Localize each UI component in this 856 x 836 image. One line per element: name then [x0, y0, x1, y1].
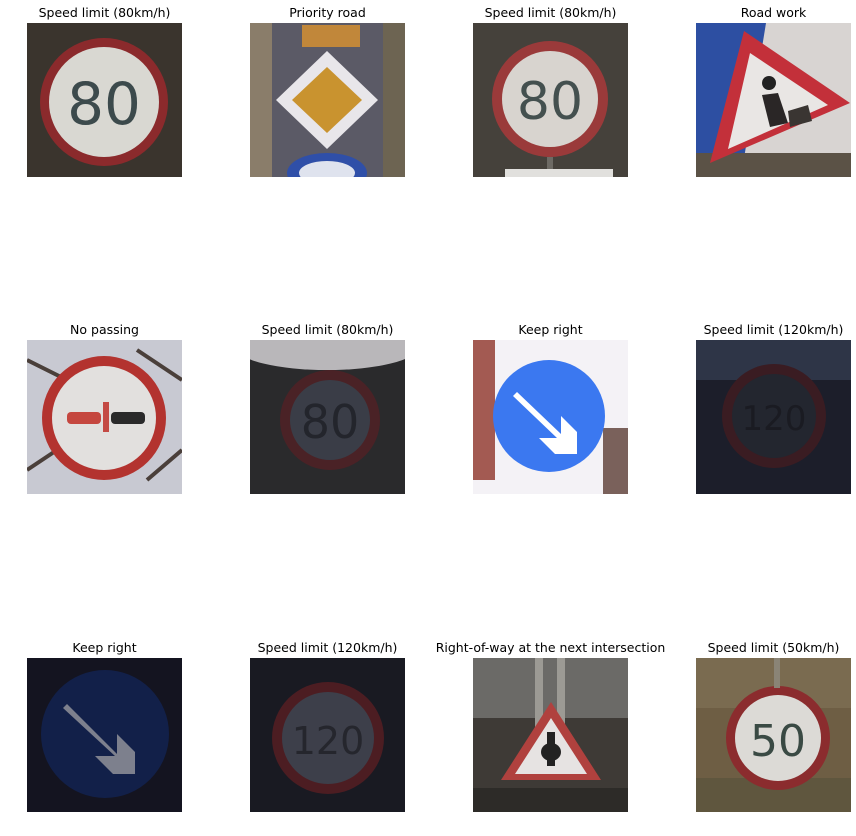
- right-of-way-sign-image: [473, 658, 628, 812]
- right-of-way-sign-icon: [473, 658, 628, 812]
- speed-limit-120-sign-image: 120: [250, 658, 405, 812]
- speed-limit-80-sign-icon: 80: [27, 23, 182, 177]
- priority-road-sign-icon: [250, 23, 405, 177]
- panel-title: Speed limit (50km/h): [707, 640, 840, 655]
- speed-limit-80-sign-image: 80: [27, 23, 182, 177]
- speed-limit-80-sign-icon: 80: [250, 340, 405, 494]
- panel-title: Road work: [740, 5, 807, 20]
- svg-text:120: 120: [292, 719, 365, 763]
- keep-right-sign-image: [27, 658, 182, 812]
- road-work-sign-image: [696, 23, 851, 177]
- road-work-sign-icon: [696, 23, 851, 177]
- speed-limit-120-sign-image: 120: [696, 340, 851, 494]
- svg-text:80: 80: [301, 395, 360, 449]
- panel-title: Speed limit (120km/h): [703, 322, 844, 337]
- svg-text:120: 120: [742, 399, 807, 439]
- keep-right-sign-icon: [473, 340, 628, 494]
- priority-road-sign-image: [250, 23, 405, 177]
- speed-limit-50-sign-icon: 50: [696, 658, 851, 812]
- speed-limit-80-sign-icon: 80: [473, 23, 628, 177]
- speed-limit-50-sign-image: 50: [696, 658, 851, 812]
- speed-limit-120-sign-icon: 120: [250, 658, 405, 812]
- keep-right-sign-image: [473, 340, 628, 494]
- speed-limit-120-sign-icon: 120: [696, 340, 851, 494]
- no-passing-sign-image: [27, 340, 182, 494]
- speed-limit-80-sign-image: 80: [473, 23, 628, 177]
- svg-text:80: 80: [517, 72, 583, 132]
- keep-right-sign-icon: [27, 658, 182, 812]
- speed-limit-80-sign-image: 80: [250, 340, 405, 494]
- svg-text:80: 80: [67, 70, 141, 138]
- no-passing-sign-icon: [27, 340, 182, 494]
- svg-text:50: 50: [750, 716, 806, 767]
